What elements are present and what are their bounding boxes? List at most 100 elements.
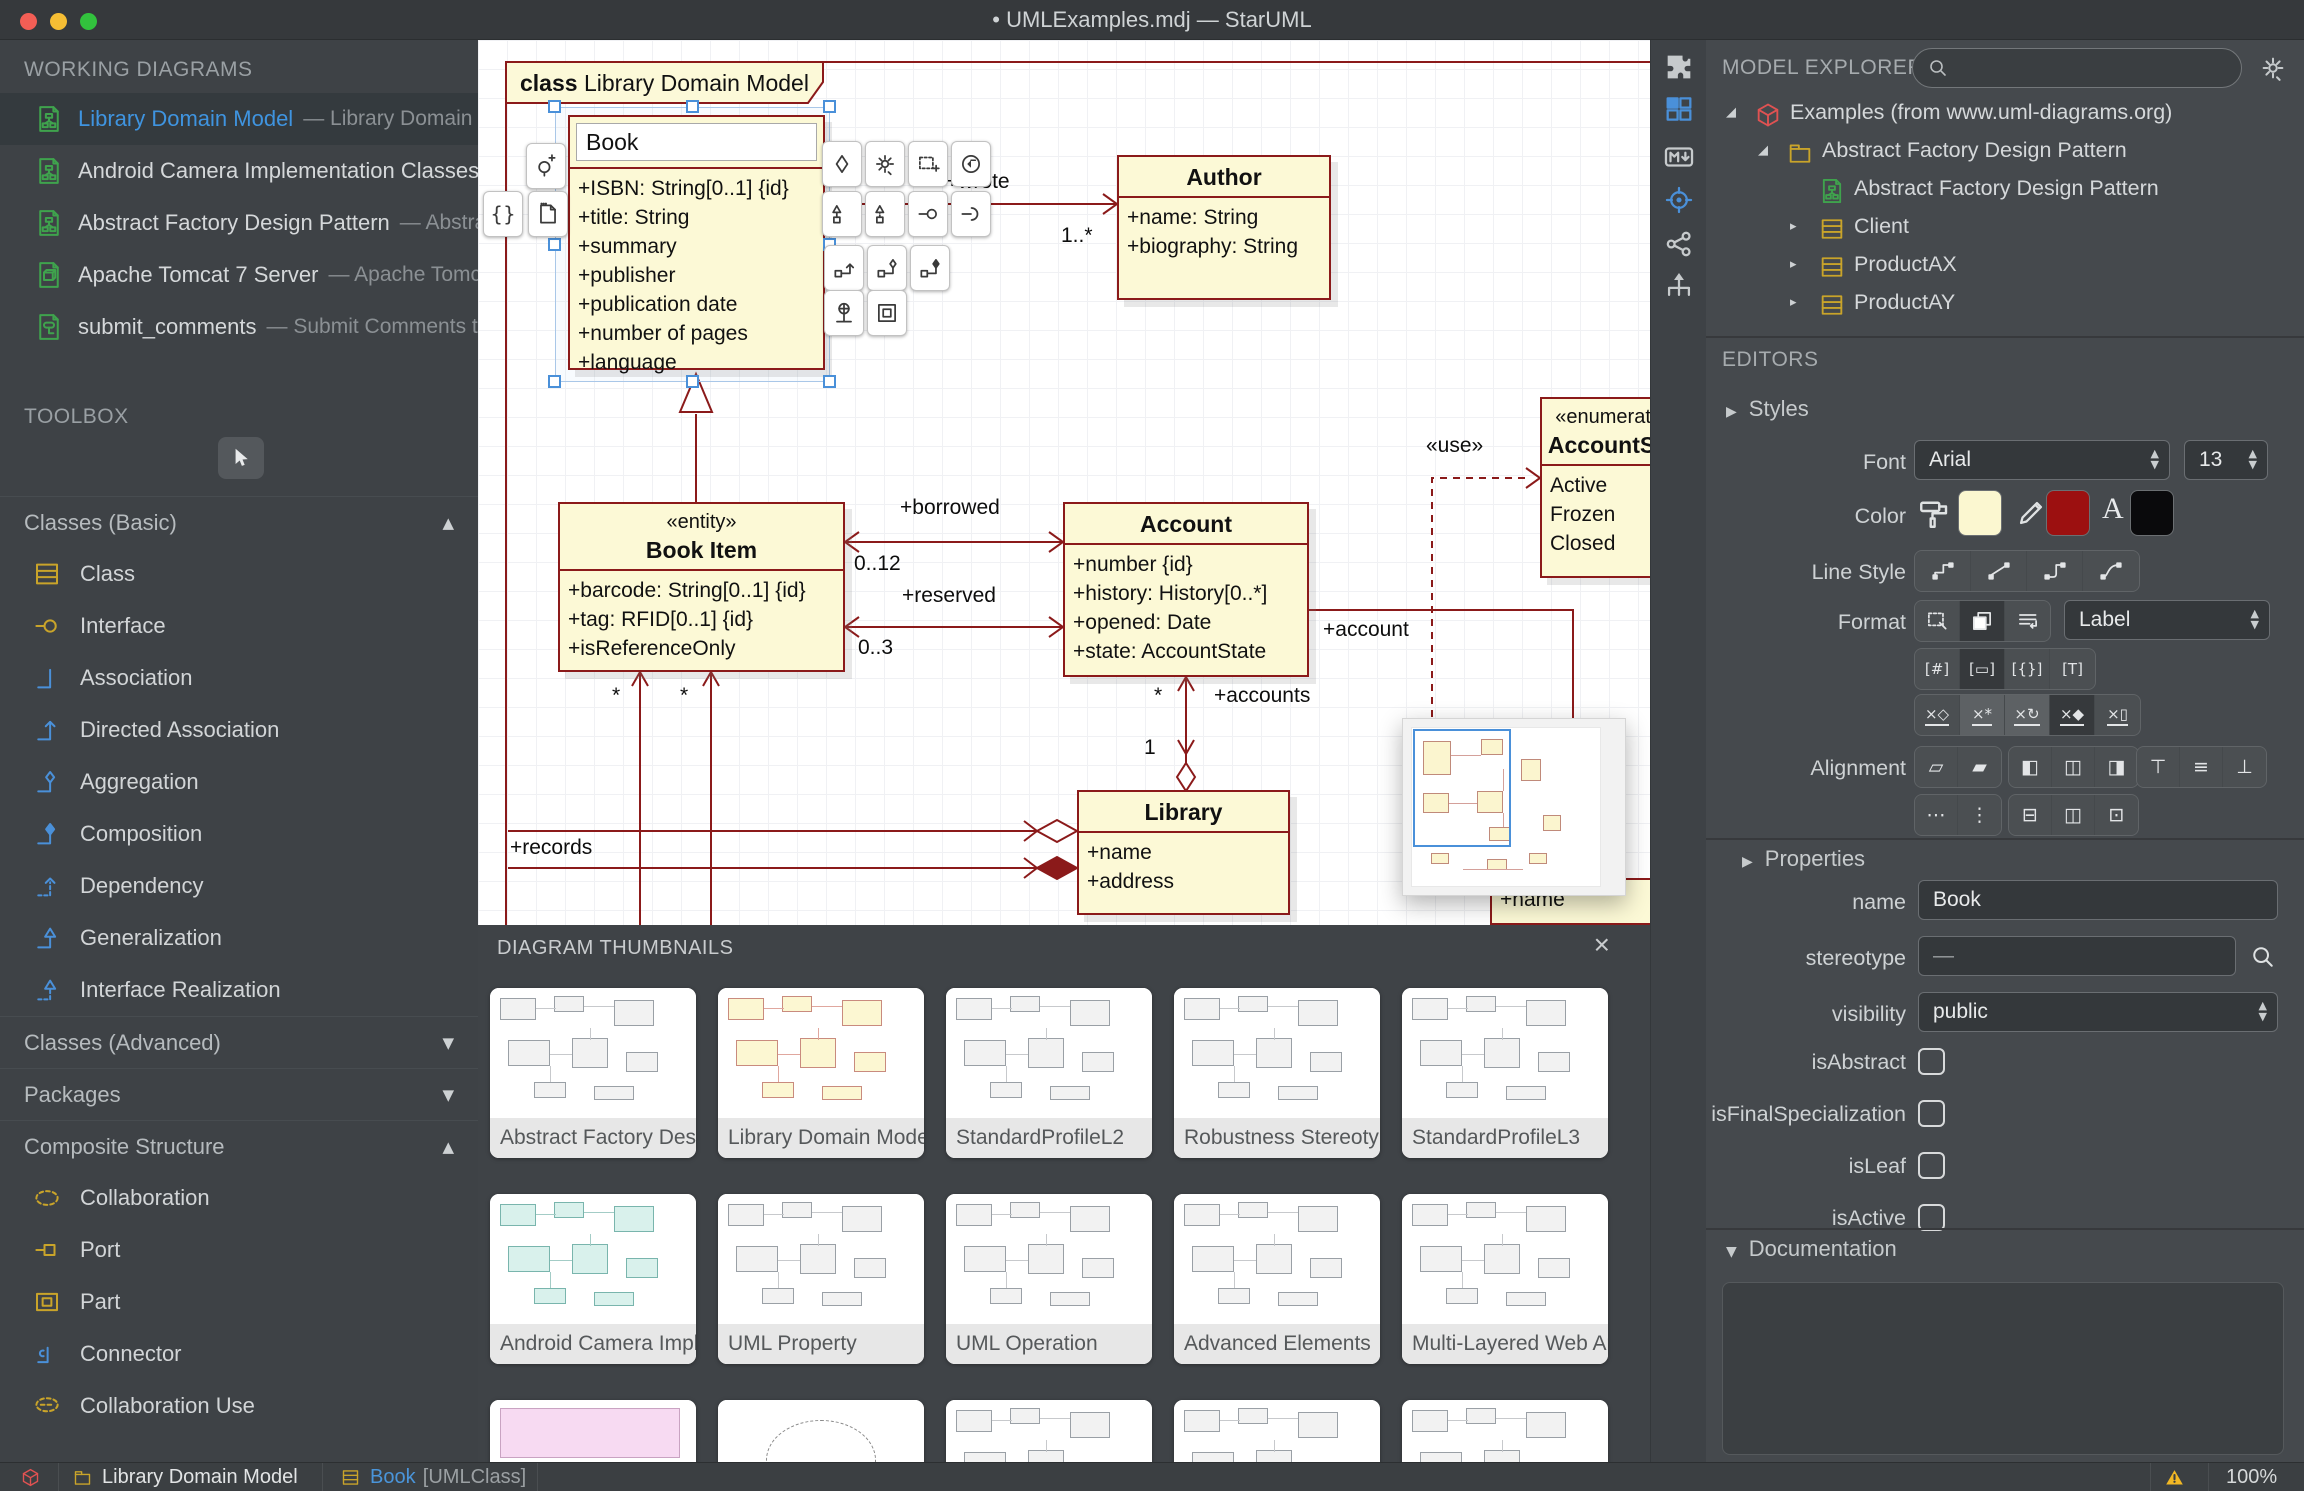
quick-settings-button[interactable] [865,141,905,187]
toolbox-item-aggregation[interactable]: Aggregation [0,756,478,808]
toolbox-item-dependency[interactable]: Dependency [0,860,478,912]
distribute-horizontally-button[interactable]: ⋯ [1915,795,1958,835]
selection-handle[interactable] [686,100,699,113]
selection-handle[interactable] [823,100,836,113]
diagram-thumbnail[interactable] [1402,1400,1608,1462]
toolbox-section-header[interactable]: Classes (Basic)▲ [0,496,478,548]
toolbox-item-class[interactable]: Class [0,548,478,600]
suppress-receptions-button[interactable]: ×↻ [2005,695,2050,735]
align-middle-button[interactable]: ≡ [2180,747,2223,787]
diagram-thumbnail[interactable] [718,1400,924,1462]
selection-handle[interactable] [686,375,699,388]
working-diagram-item[interactable]: Library Domain Model— Library Domain Mod… [0,93,478,145]
quick-add-realization-button[interactable] [865,191,905,237]
uml-class-accountstate[interactable]: «enumeration»AccountStateActiveFrozenClo… [1540,397,1650,578]
pointer-tool-button[interactable] [218,437,264,479]
styles-disclosure[interactable]: ▶Styles [1726,396,1809,422]
working-diagram-item[interactable]: Abstract Factory Design Pattern— Abstrac… [0,197,478,249]
uml-class-book[interactable]: Book+ISBN: String[0..1] {id}+title: Stri… [568,115,825,370]
documentation-disclosure[interactable]: ▼Documentation [1726,1236,1897,1262]
toolbox-item-interface[interactable]: Interface [0,600,478,652]
quick-add-part-button[interactable] [867,290,907,336]
diagram-thumbnail[interactable]: Robustness Stereotypes [1174,988,1380,1158]
model-tree-item[interactable]: Abstract Factory Design Pattern [1706,172,2304,210]
toolbox-item-part[interactable]: Part [0,1276,478,1328]
minimap-viewport[interactable] [1413,729,1511,847]
suppress-operations-button[interactable]: ×* [1960,695,2005,735]
diagram-thumbnail[interactable]: Android Camera Implementation Classes [490,1194,696,1364]
word-wrap-button[interactable] [2005,601,2050,641]
align-center-button[interactable]: ◫ [2052,747,2095,787]
model-tree-item[interactable]: ▸ProductAX [1706,248,2304,286]
collapse-icon[interactable]: ◢ [1758,143,1768,158]
model-tree-item[interactable]: ◢Examples (from www.uml-diagrams.org) [1706,96,2304,134]
format-label-select[interactable]: Label▲▼ [2064,600,2270,640]
toolbox-section-header[interactable]: Classes (Advanced)▼ [0,1016,478,1068]
working-diagram-item[interactable]: Apache Tomcat 7 Server— Apache Tomcat 7 … [0,249,478,301]
puzzle-icon[interactable] [1662,50,1696,84]
same-width-button[interactable]: ◫ [2052,795,2095,835]
stereotype-search-icon[interactable] [2248,942,2278,972]
expand-icon[interactable]: ▸ [1790,219,1797,234]
name-field[interactable]: Book [1918,880,2278,920]
quick-add-subdiagram-button[interactable] [908,141,948,187]
selection-handle[interactable] [548,100,561,113]
quick-add-associated-class-button[interactable] [824,245,864,291]
suppress-literals-button[interactable]: ×▯ [2095,695,2140,735]
diagram-thumbnail[interactable]: StandardProfileL2 [946,988,1152,1158]
diagram-thumbnail[interactable]: Advanced Elements [1174,1194,1380,1364]
status-path-item[interactable]: Library Domain Model [102,1463,298,1491]
diagram-thumbnail[interactable]: StandardProfileL3 [1402,988,1608,1158]
isAbstract-checkbox[interactable] [1918,1048,1945,1075]
show-multiplicity-button[interactable]: [#] [1915,649,1960,689]
toolbox-item-association[interactable]: Association [0,652,478,704]
diagram-thumbnail[interactable]: UML Property [718,1194,924,1364]
model-tree-item[interactable]: ▸Client [1706,210,2304,248]
bring-to-front-button[interactable]: ▰ [1958,747,2001,787]
curve-button[interactable] [2083,551,2139,591]
quick-add-constraint-button[interactable]: {} [483,191,523,237]
stereotype-field[interactable]: — [1918,936,2236,976]
quick-zoom-element-button[interactable] [526,143,566,189]
align-left-button[interactable]: ◧ [2009,747,2052,787]
diagram-thumbnail[interactable] [1174,1400,1380,1462]
suppress-frame-button[interactable] [1915,601,1960,641]
quick-add-generalization-button[interactable] [822,191,862,237]
align-bottom-button[interactable]: ⊥ [2223,747,2266,787]
diagram-thumbnail[interactable]: Library Domain Model [718,988,924,1158]
oblique-button[interactable] [1971,551,2027,591]
quick-add-composed-class-button[interactable] [910,245,950,291]
toolbox-item-port[interactable]: Port [0,1224,478,1276]
toolbox-item-composition[interactable]: Composition [0,808,478,860]
rounded-rectilinear-button[interactable] [2027,551,2083,591]
quick-add-required-interface-button[interactable] [951,191,991,237]
selection-handle[interactable] [548,238,561,251]
gear-icon[interactable] [2258,53,2288,83]
distribute-vertically-button[interactable]: ⋮ [1958,795,2001,835]
share-icon[interactable] [1662,227,1696,261]
close-icon[interactable]: × [1594,929,1610,961]
collapse-icon[interactable]: ◢ [1726,105,1736,120]
toolbox-item-connector[interactable]: Connector [0,1328,478,1380]
toolbox-item-collaboration[interactable]: Collaboration [0,1172,478,1224]
show-property-button[interactable]: [{}] [2005,649,2050,689]
align-right-button[interactable]: ◨ [2095,747,2138,787]
font-size-stepper[interactable]: 13▲▼ [2184,440,2268,480]
diagram-thumbnail[interactable] [946,1400,1152,1462]
model-tree-item[interactable]: ◢Abstract Factory Design Pattern [1706,134,2304,172]
same-size-button[interactable]: ⊡ [2095,795,2138,835]
status-path-item[interactable]: Book [370,1463,416,1491]
send-to-back-button[interactable]: ▱ [1915,747,1958,787]
toolbox-item-collaboration-use[interactable]: Collaboration Use [0,1380,478,1432]
quick-edit-stereotype-button[interactable] [822,141,862,187]
fill-color-swatch[interactable] [1958,490,2002,536]
isActive-checkbox[interactable] [1918,1204,1945,1231]
quick-sync-button[interactable] [951,141,991,187]
suppress-stereotype-button[interactable]: ×◇ [1915,695,1960,735]
toolbox-item-generalization[interactable]: Generalization [0,912,478,964]
font-family-select[interactable]: Arial▲▼ [1914,440,2170,480]
selection-handle[interactable] [548,375,561,388]
isFinalSpecialization-checkbox[interactable] [1918,1100,1945,1127]
suppress-attributes-button[interactable]: ×◆ [2050,695,2095,735]
toolbox-section-header[interactable]: Composite Structure▲ [0,1120,478,1172]
